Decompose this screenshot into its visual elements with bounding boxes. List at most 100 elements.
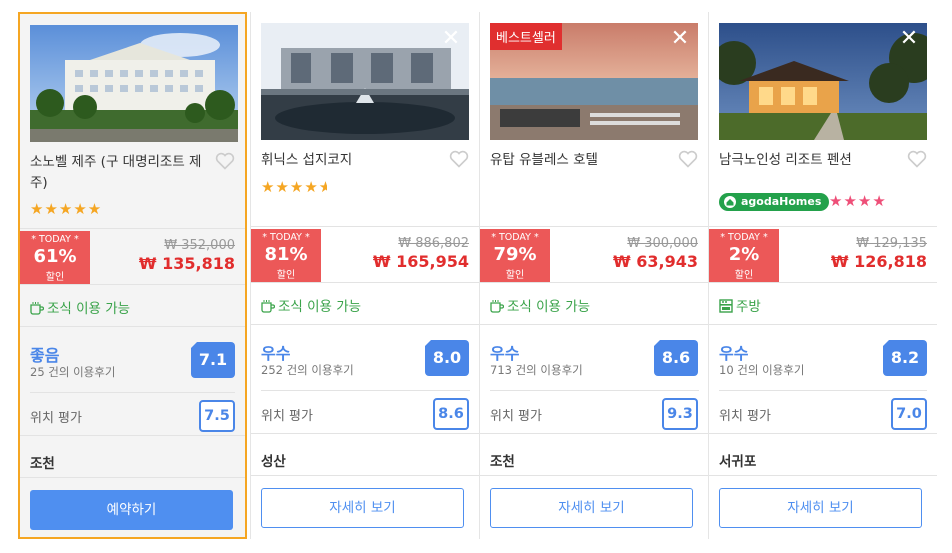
divider <box>20 228 245 229</box>
divider <box>251 433 480 434</box>
hotel-name[interactable]: 휘닉스 섭지코지 <box>261 150 441 171</box>
coffee-cup-icon <box>490 300 504 313</box>
hotel-card-3[interactable]: 베스트셀러 ✕ 유탑 유블레스 호텔 * TODAY * 79% 할인 ₩ 30… <box>479 12 709 539</box>
divider <box>251 324 480 325</box>
divider <box>719 390 927 391</box>
amenity-label: 조식 이용 가능 <box>278 299 362 315</box>
divider <box>480 226 709 227</box>
today-label: * TODAY * <box>31 234 79 245</box>
amenity-label: 조식 이용 가능 <box>507 299 591 315</box>
location-rating-label: 위치 평가 <box>261 409 313 424</box>
bestseller-badge: 베스트셀러 <box>490 23 562 50</box>
view-details-button[interactable]: 자세히 보기 <box>261 488 464 528</box>
half-star-icon: ★ <box>318 178 327 196</box>
divider <box>480 282 709 283</box>
review-count[interactable]: 25 건의 이용후기 <box>30 364 115 380</box>
divider <box>20 435 245 436</box>
heart-icon[interactable] <box>678 150 698 168</box>
book-button[interactable]: 예약하기 <box>30 490 233 530</box>
final-price: ₩ 126,818 <box>830 252 927 271</box>
close-icon[interactable]: ✕ <box>441 28 461 50</box>
discount-percent: 79% <box>493 244 537 265</box>
agoda-homes-badge: agodaHomes <box>719 193 830 211</box>
discount-label: 할인 <box>505 270 525 281</box>
discount-percent: 61% <box>33 246 77 267</box>
divider <box>261 390 470 391</box>
view-details-button[interactable]: 자세히 보기 <box>490 488 693 528</box>
original-price: ₩ 300,000 <box>627 236 698 251</box>
final-price: ₩ 165,954 <box>372 252 469 271</box>
today-label: * TODAY * <box>720 232 768 243</box>
star-rating: ★★★★★ <box>261 178 327 196</box>
amenity: 주방 <box>719 295 761 315</box>
hotel-card-4[interactable]: ✕ 남극노인성 리조트 펜션 agodaHomes ★★★★ * TODAY *… <box>708 12 937 539</box>
heart-icon[interactable] <box>449 150 469 168</box>
close-icon[interactable]: ✕ <box>670 28 690 50</box>
amenity: 조식 이용 가능 <box>30 297 130 317</box>
coffee-cup-icon <box>30 302 44 315</box>
location-rating-label: 위치 평가 <box>719 409 771 424</box>
hotel-card-2[interactable]: ✕ 휘닉스 섭지코지 ★★★★★ * TODAY * 81% 할인 ₩ 886,… <box>250 12 480 539</box>
hotel-name[interactable]: 소노벨 제주 (구 대명리조트 제주) <box>30 152 210 194</box>
review-count[interactable]: 10 건의 이용후기 <box>719 362 804 378</box>
location-score: 8.6 <box>433 398 469 430</box>
hotel-name[interactable]: 유탑 유블레스 호텔 <box>490 150 670 171</box>
city-name: 성산 <box>261 454 286 470</box>
review-count[interactable]: 252 건의 이용후기 <box>261 362 354 378</box>
divider <box>480 475 709 476</box>
divider <box>709 282 937 283</box>
amenity-label: 주방 <box>736 299 761 315</box>
star-rating-full: ★★★★ <box>261 178 319 196</box>
divider <box>709 475 937 476</box>
divider <box>20 326 245 327</box>
hotel-comparison: 소노벨 제주 (구 대명리조트 제주) ★★★★★ * TODAY * 61% … <box>0 0 952 553</box>
original-price: ₩ 886,802 <box>398 236 469 251</box>
heart-icon[interactable] <box>215 152 235 170</box>
divider <box>251 226 480 227</box>
divider <box>709 324 937 325</box>
divider <box>480 433 709 434</box>
heart-icon[interactable] <box>907 150 927 168</box>
today-discount-badge: * TODAY * 81% 할인 <box>251 229 321 282</box>
hotel-photo[interactable] <box>30 25 238 142</box>
hotel-name[interactable]: 남극노인성 리조트 펜션 <box>719 150 899 171</box>
discount-label: 할인 <box>734 270 754 281</box>
divider <box>480 324 709 325</box>
today-discount-badge: * TODAY * 2% 할인 <box>709 229 779 282</box>
kitchen-icon <box>719 299 733 313</box>
view-details-button[interactable]: 자세히 보기 <box>719 488 922 528</box>
coffee-cup-icon <box>261 300 275 313</box>
price-block: ₩ 300,000 ₩ 63,943 <box>613 236 698 271</box>
review-rating-word: 우수 <box>261 344 291 363</box>
agoda-homes-label: agodaHomes <box>741 195 822 208</box>
review-score: 7.1 <box>190 341 235 378</box>
amenity: 조식 이용 가능 <box>261 295 361 315</box>
divider <box>251 282 480 283</box>
hotel-photo[interactable]: ✕ <box>261 23 469 140</box>
today-discount-badge: * TODAY * 79% 할인 <box>480 229 550 282</box>
location-score: 7.5 <box>199 400 235 432</box>
discount-percent: 81% <box>264 244 308 265</box>
amenity: 조식 이용 가능 <box>490 295 590 315</box>
original-price: ₩ 352,000 <box>164 238 235 253</box>
close-icon[interactable]: ✕ <box>899 28 919 50</box>
final-price: ₩ 63,943 <box>613 252 698 271</box>
divider <box>490 390 699 391</box>
city-name: 서귀포 <box>719 454 757 470</box>
city-name: 조천 <box>30 456 55 472</box>
discount-label: 할인 <box>276 270 296 281</box>
hotel-photo[interactable]: ✕ <box>719 23 927 140</box>
hotel-photo[interactable]: 베스트셀러 ✕ <box>490 23 698 140</box>
hotel-card-1[interactable]: 소노벨 제주 (구 대명리조트 제주) ★★★★★ * TODAY * 61% … <box>18 12 247 539</box>
city-name: 조천 <box>490 454 515 470</box>
star-rating: ★★★★ <box>829 192 887 210</box>
location-score: 9.3 <box>662 398 698 430</box>
divider <box>709 226 937 227</box>
today-label: * TODAY * <box>491 232 539 243</box>
discount-label: 할인 <box>45 272 65 283</box>
today-discount-badge: * TODAY * 61% 할인 <box>20 231 90 284</box>
review-score: 8.2 <box>882 339 927 376</box>
house-icon <box>724 196 736 208</box>
today-label: * TODAY * <box>262 232 310 243</box>
review-count[interactable]: 713 건의 이용후기 <box>490 362 583 378</box>
